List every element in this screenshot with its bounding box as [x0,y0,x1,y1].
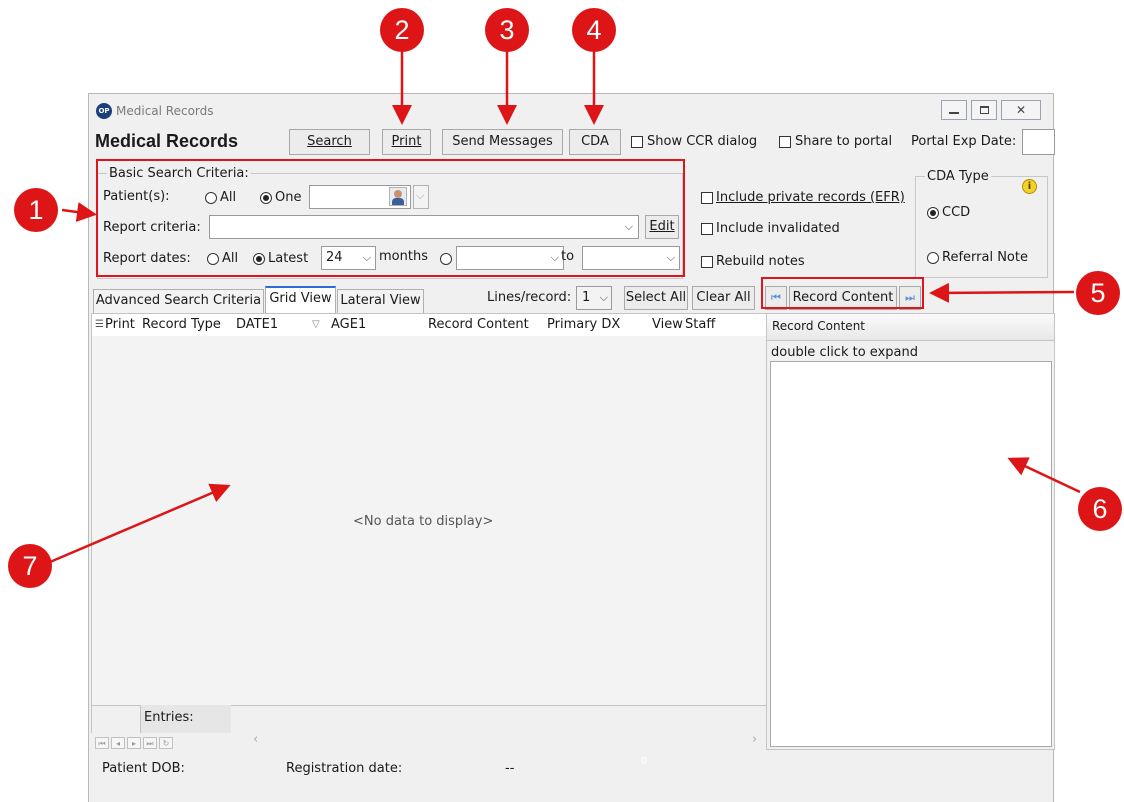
arrow-1 [61,202,97,222]
annotation-marker-2: 2 [380,8,424,52]
annotation-marker-3: 3 [485,8,529,52]
annotation-marker-7: 7 [8,544,52,588]
arrow-7 [49,483,231,564]
arrow-6 [1007,457,1081,494]
annotation-marker-6: 6 [1078,487,1122,531]
annotation-arrows [49,50,1081,564]
arrow-5 [929,282,1075,303]
annotation-marker-4: 4 [572,8,616,52]
annotation-marker-1: 1 [14,188,58,232]
annotation-marker-5: 5 [1076,271,1120,315]
